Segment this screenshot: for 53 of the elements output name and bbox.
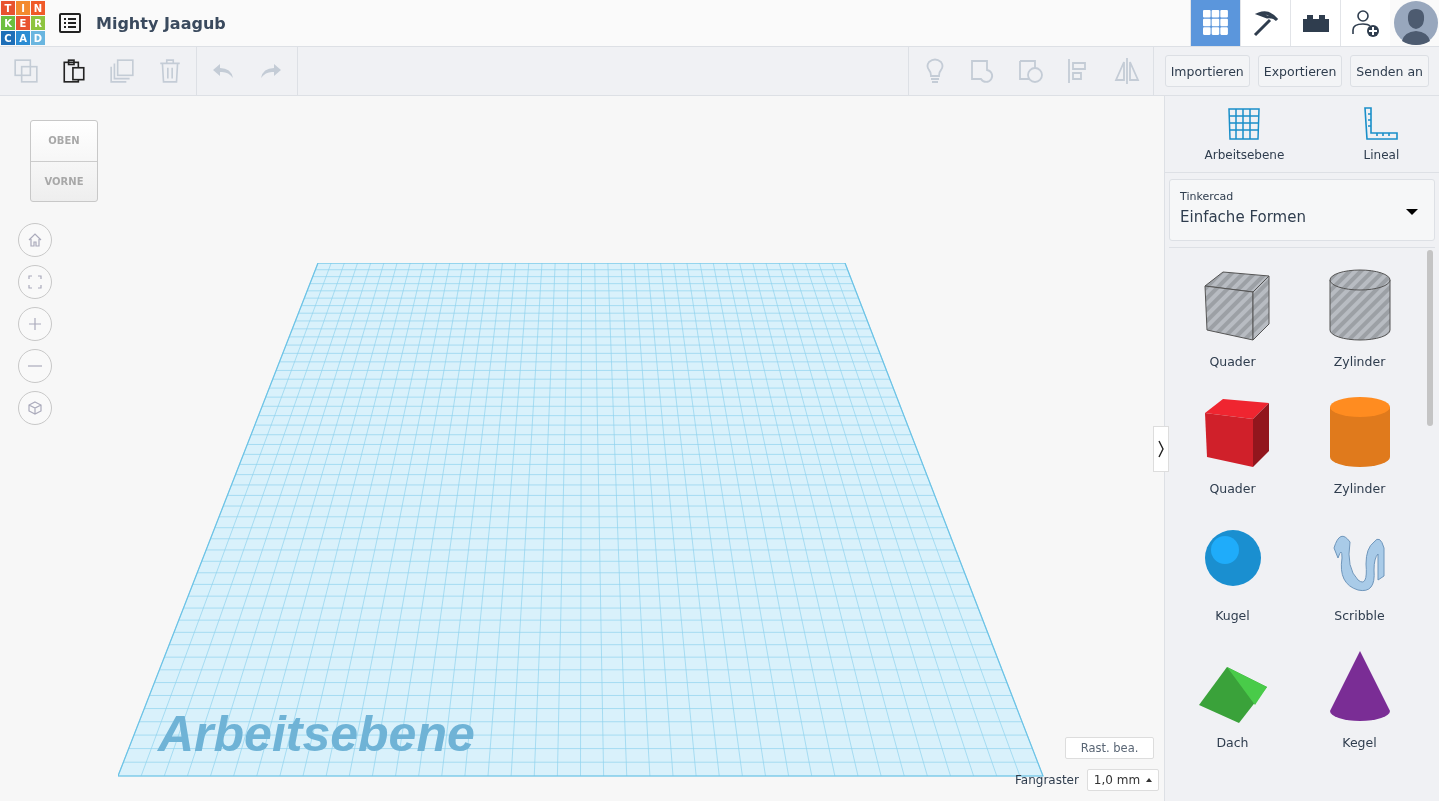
ungroup-icon: [1016, 57, 1045, 85]
add-user-nav-button[interactable]: [1340, 0, 1390, 46]
dropdown-arrow-icon: [1406, 209, 1418, 215]
edit-grid-button[interactable]: Rast. bea.: [1065, 737, 1154, 759]
panel-collapse-button[interactable]: [1153, 426, 1169, 472]
perspective-view-button[interactable]: [18, 391, 52, 425]
shape-tile[interactable]: Zylinder: [1296, 391, 1423, 496]
library-category-value: Einfache Formen: [1180, 208, 1306, 226]
add-user-icon: [1350, 8, 1381, 38]
scrollbar-thumb[interactable]: [1427, 250, 1433, 426]
shape-tile[interactable]: Quader: [1169, 391, 1296, 496]
shape-library-dropdown[interactable]: Tinkercad Einfache Formen: [1169, 179, 1435, 241]
zoom-in-icon: [27, 316, 43, 332]
library-source-label: Tinkercad: [1180, 190, 1235, 203]
grid-plane-icon: [1226, 106, 1263, 142]
project-title[interactable]: Mighty Jaagub: [96, 13, 226, 33]
ruler-tool-button[interactable]: Lineal: [1363, 106, 1400, 162]
toolbar-action-button[interactable]: Senden an: [1350, 55, 1429, 87]
copy-icon: [13, 58, 39, 84]
pickaxe-nav-button[interactable]: [1240, 0, 1290, 46]
toolbar-action-button[interactable]: Exportieren: [1257, 55, 1343, 87]
shape-tile[interactable]: Scribble: [1296, 518, 1423, 623]
fit-view-button[interactable]: [18, 265, 52, 299]
perspective-icon: [27, 400, 43, 416]
ruler-icon: [1363, 106, 1400, 142]
zoom-out-view-button[interactable]: [18, 349, 52, 383]
shape-tile[interactable]: Zylinder: [1296, 264, 1423, 369]
toolbar-action-button[interactable]: Importieren: [1164, 55, 1250, 87]
duplicate-icon: [109, 58, 135, 84]
list-icon[interactable]: [59, 13, 81, 33]
tinkercad-logo[interactable]: T I N K E R C A D: [1, 1, 45, 45]
shape-tile[interactable]: Kugel: [1169, 518, 1296, 623]
workplane-tool-button[interactable]: Arbeitsebene: [1204, 106, 1285, 162]
home-icon: [27, 232, 43, 248]
shape-tile[interactable]: Kegel: [1296, 645, 1423, 750]
snap-grid-dropdown[interactable]: 1,0 mm: [1086, 769, 1159, 791]
chevron-icon: [1157, 439, 1165, 459]
cube-top-label: OBEN: [31, 121, 97, 162]
brick-nav-button[interactable]: [1290, 0, 1340, 46]
brick-icon: [1301, 13, 1330, 33]
cube-front-label: VORNE: [43, 174, 85, 189]
workplane-label: Arbeitsebene: [158, 706, 475, 762]
grid-icon: [1202, 10, 1229, 36]
zoom-in-view-button[interactable]: [18, 307, 52, 341]
shape-tile[interactable]: Quader: [1169, 264, 1296, 369]
fit-icon: [27, 274, 43, 290]
shape-tile[interactable]: Dach: [1169, 645, 1296, 750]
delete-icon: [157, 58, 183, 84]
home-view-button[interactable]: [18, 223, 52, 257]
caret-icon: [1146, 778, 1153, 782]
mirror-icon: [1112, 57, 1141, 85]
user-avatar[interactable]: [1394, 1, 1438, 45]
paste-icon: [61, 58, 87, 84]
